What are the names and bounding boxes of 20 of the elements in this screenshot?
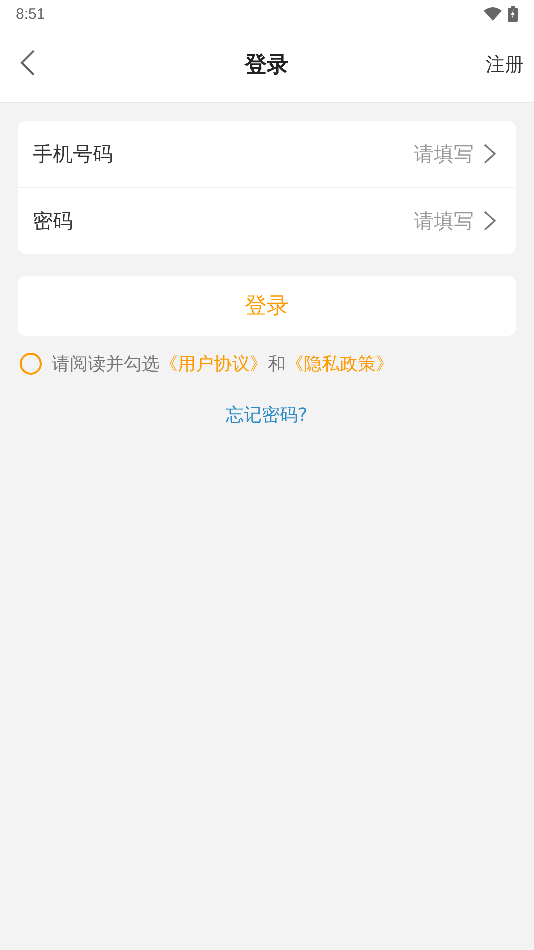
policy-link[interactable]: 《隐私政策》 xyxy=(286,354,394,375)
battery-icon xyxy=(508,6,518,22)
agreement-text: 请阅读并勾选《用户协议》和《隐私政策》 xyxy=(52,353,394,376)
forgot-password-link[interactable]: 忘记密码? xyxy=(220,402,314,428)
chevron-icon xyxy=(484,211,496,231)
status-time: 8:51 xyxy=(16,6,46,22)
back-icon[interactable] xyxy=(20,50,36,76)
policy-link[interactable]: 《用户协议》 xyxy=(160,354,268,375)
field-label: 密码 xyxy=(33,208,74,234)
form-row[interactable]: 手机号码 请填写 xyxy=(18,121,516,187)
chevron-icon xyxy=(484,144,496,164)
field-label: 手机号码 xyxy=(33,140,114,168)
field-placeholder: 请填写 xyxy=(414,208,474,234)
agree-checkbox[interactable] xyxy=(20,353,42,375)
field-placeholder: 请填写 xyxy=(414,140,474,168)
wifi-icon xyxy=(484,7,502,21)
register-link[interactable]: 注册 xyxy=(486,52,524,78)
login-button[interactable]: 登录 xyxy=(18,276,516,336)
page-title: 登录 xyxy=(245,52,289,80)
form-row[interactable]: 密码 请填写 xyxy=(18,187,516,254)
